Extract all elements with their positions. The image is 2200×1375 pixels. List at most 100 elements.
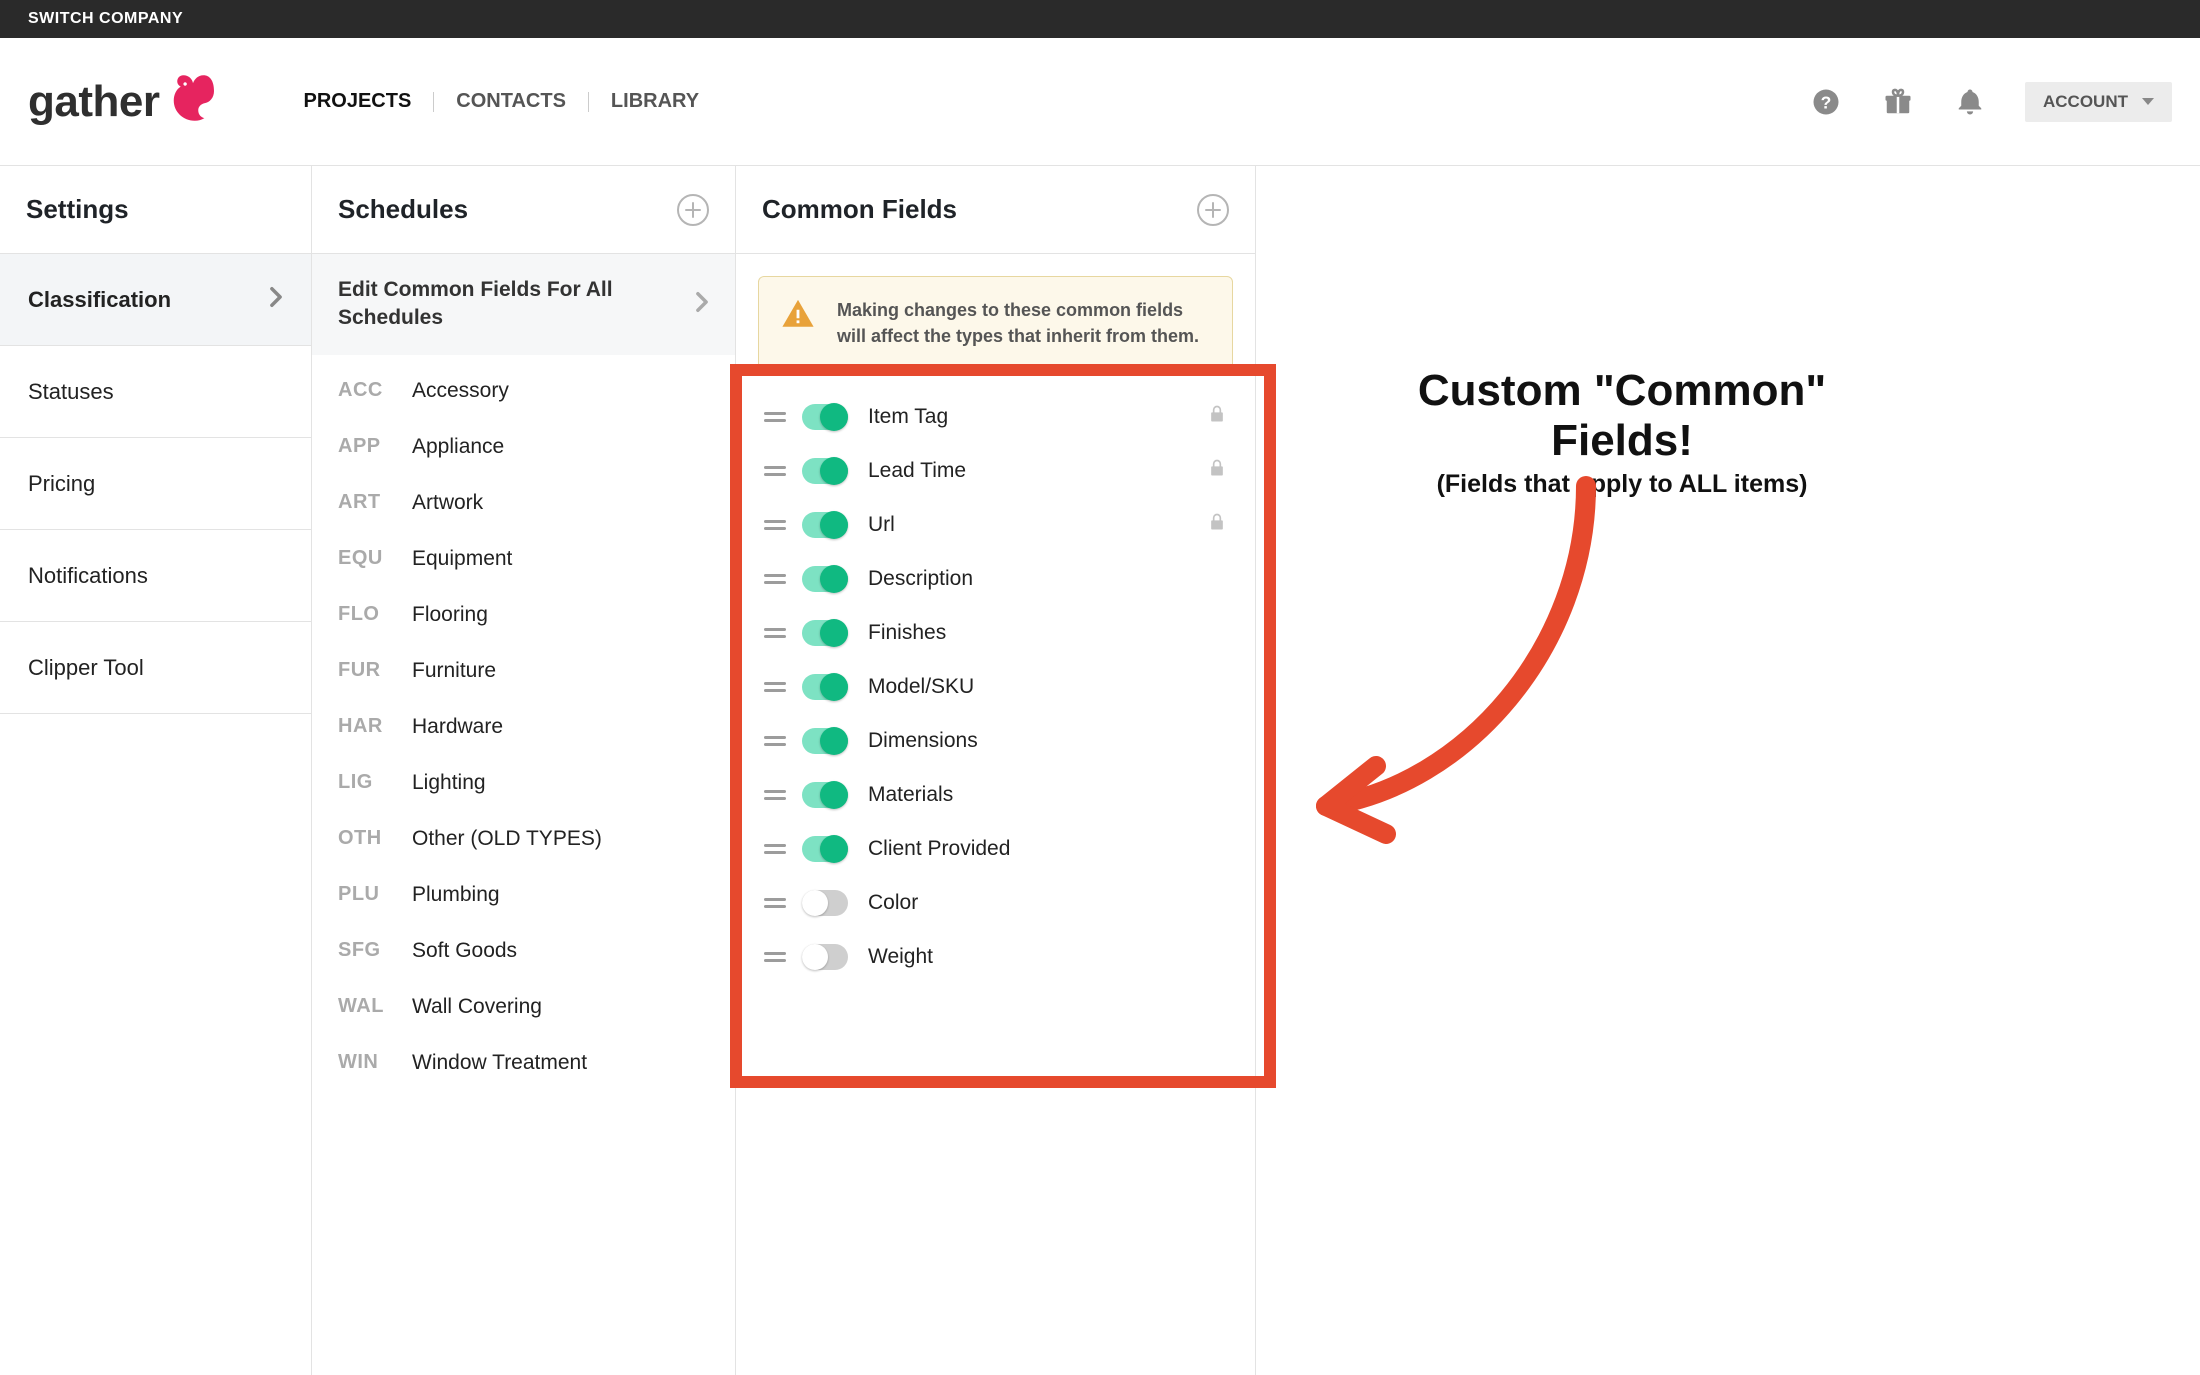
schedule-code: FLO <box>338 603 392 626</box>
settings-item-statuses[interactable]: Statuses <box>0 346 311 438</box>
gift-icon[interactable] <box>1881 85 1915 119</box>
schedule-code: WIN <box>338 1051 392 1074</box>
annotation-area: Custom "Common" Fields! (Fields that app… <box>1256 166 2200 1375</box>
field-label: Description <box>864 567 1227 591</box>
account-dropdown[interactable]: ACCOUNT <box>2025 82 2172 122</box>
add-schedule-button[interactable] <box>677 194 709 226</box>
bell-icon[interactable] <box>1953 85 1987 119</box>
field-label: Color <box>864 891 1227 915</box>
schedule-name: Lighting <box>412 771 486 795</box>
schedule-row-equ[interactable]: EQUEquipment <box>312 531 735 587</box>
switch-company-link[interactable]: SWITCH COMPANY <box>28 10 183 28</box>
company-bar: SWITCH COMPANY <box>0 0 2200 38</box>
drag-handle-icon[interactable] <box>764 412 786 422</box>
schedule-name: Accessory <box>412 379 509 403</box>
schedule-row-sfg[interactable]: SFGSoft Goods <box>312 923 735 979</box>
field-toggle[interactable] <box>802 944 848 970</box>
schedule-row-win[interactable]: WINWindow Treatment <box>312 1035 735 1091</box>
schedule-name: Appliance <box>412 435 504 459</box>
settings-item-label: Statuses <box>28 379 114 405</box>
drag-handle-icon[interactable] <box>764 790 786 800</box>
field-row-dimensions: Dimensions <box>758 718 1233 764</box>
field-row-model-sku: Model/SKU <box>758 664 1233 710</box>
settings-item-notifications[interactable]: Notifications <box>0 530 311 622</box>
schedule-name: Wall Covering <box>412 995 542 1019</box>
schedule-row-app[interactable]: APP Appliance <box>312 419 735 475</box>
add-common-field-button[interactable] <box>1197 194 1229 226</box>
schedule-name: Artwork <box>412 491 483 515</box>
field-label: Item Tag <box>864 405 1191 429</box>
schedule-row-oth[interactable]: OTHOther (OLD TYPES) <box>312 811 735 867</box>
settings-item-pricing[interactable]: Pricing <box>0 438 311 530</box>
settings-item-label: Clipper Tool <box>28 655 144 681</box>
drag-handle-icon[interactable] <box>764 736 786 746</box>
drag-handle-icon[interactable] <box>764 520 786 530</box>
schedule-row-har[interactable]: HARHardware <box>312 699 735 755</box>
field-row-color: Color <box>758 880 1233 926</box>
field-toggle[interactable] <box>802 458 848 484</box>
settings-item-label: Notifications <box>28 563 148 589</box>
schedule-name: Hardware <box>412 715 503 739</box>
drag-handle-icon[interactable] <box>764 466 786 476</box>
drag-handle-icon[interactable] <box>764 952 786 962</box>
field-toggle[interactable] <box>802 566 848 592</box>
field-row-description: Description <box>758 556 1233 602</box>
field-row-item-tag: Item Tag <box>758 394 1233 440</box>
chevron-right-icon <box>269 286 283 314</box>
body: Settings ClassificationStatusesPricingNo… <box>0 166 2200 1375</box>
schedule-row-acc[interactable]: ACCAccessory <box>312 363 735 419</box>
header: gather PROJECTS CONTACTS LIBRARY ? ACCOU… <box>0 38 2200 166</box>
nav-projects[interactable]: PROJECTS <box>281 90 433 113</box>
edit-common-fields-row[interactable]: Edit Common Fields For All Schedules <box>312 254 735 355</box>
schedules-title: Schedules <box>338 194 468 225</box>
help-icon[interactable]: ? <box>1809 85 1843 119</box>
schedule-name: Furniture <box>412 659 496 683</box>
schedule-code: LIG <box>338 771 392 794</box>
schedule-name: Equipment <box>412 547 512 571</box>
schedule-row-fur[interactable]: FURFurniture <box>312 643 735 699</box>
schedule-code: APP <box>338 435 392 458</box>
schedule-row-flo[interactable]: FLO Flooring <box>312 587 735 643</box>
field-label: Lead Time <box>864 459 1191 483</box>
field-label: Url <box>864 513 1191 537</box>
common-fields-title: Common Fields <box>762 194 957 225</box>
drag-handle-icon[interactable] <box>764 898 786 908</box>
field-toggle[interactable] <box>802 836 848 862</box>
schedule-row-lig[interactable]: LIG Lighting <box>312 755 735 811</box>
schedule-row-wal[interactable]: WALWall Covering <box>312 979 735 1035</box>
field-toggle[interactable] <box>802 728 848 754</box>
schedule-row-art[interactable]: ARTArtwork <box>312 475 735 531</box>
field-label: Client Provided <box>864 837 1227 861</box>
nav-contacts[interactable]: CONTACTS <box>434 90 588 113</box>
logo-text: gather <box>28 77 159 127</box>
settings-sidebar: Settings ClassificationStatusesPricingNo… <box>0 166 312 1375</box>
field-toggle[interactable] <box>802 890 848 916</box>
drag-handle-icon[interactable] <box>764 844 786 854</box>
schedule-name: Flooring <box>412 603 488 627</box>
schedule-name: Other (OLD TYPES) <box>412 827 602 851</box>
field-label: Materials <box>864 783 1227 807</box>
drag-handle-icon[interactable] <box>764 574 786 584</box>
field-toggle[interactable] <box>802 512 848 538</box>
drag-handle-icon[interactable] <box>764 628 786 638</box>
chevron-right-icon <box>695 291 709 318</box>
field-toggle[interactable] <box>802 404 848 430</box>
field-toggle[interactable] <box>802 782 848 808</box>
lock-icon <box>1207 458 1227 484</box>
field-row-url: Url <box>758 502 1233 548</box>
svg-text:?: ? <box>1821 92 1832 112</box>
field-toggle[interactable] <box>802 674 848 700</box>
nav-library[interactable]: LIBRARY <box>589 90 721 113</box>
settings-item-clipper-tool[interactable]: Clipper Tool <box>0 622 311 714</box>
field-toggle[interactable] <box>802 620 848 646</box>
common-fields-header: Common Fields <box>736 166 1255 254</box>
field-row-materials: Materials <box>758 772 1233 818</box>
logo[interactable]: gather <box>28 74 221 130</box>
schedule-row-plu[interactable]: PLUPlumbing <box>312 867 735 923</box>
schedule-name: Soft Goods <box>412 939 517 963</box>
drag-handle-icon[interactable] <box>764 682 786 692</box>
warning-banner: Making changes to these common fields wi… <box>758 276 1233 370</box>
field-label: Dimensions <box>864 729 1227 753</box>
settings-item-classification[interactable]: Classification <box>0 254 311 346</box>
settings-item-label: Classification <box>28 287 171 313</box>
